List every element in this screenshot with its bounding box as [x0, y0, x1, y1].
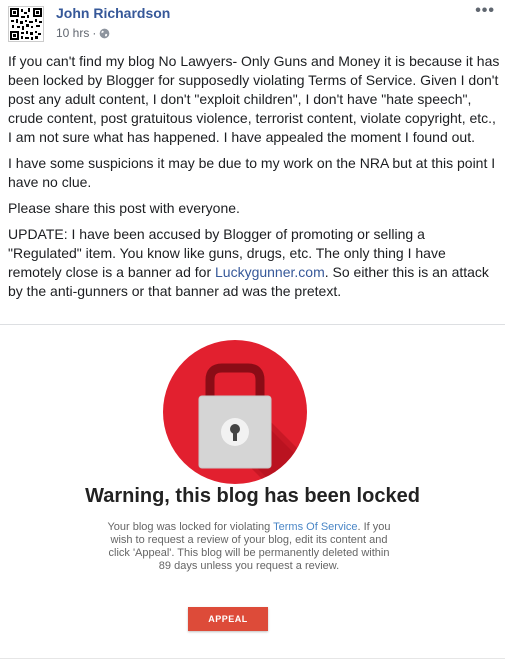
warning-title: Warning, this blog has been locked — [85, 485, 420, 507]
facebook-post: John Richardson 10 hrs · ••• If you can'… — [0, 0, 505, 661]
padlock-icon — [163, 340, 307, 484]
globe-icon[interactable] — [99, 28, 110, 39]
post-paragraph: Please share this post with everyone. — [8, 200, 240, 216]
post-paragraph: UPDATE: I have been accused by Blogger o… — [8, 225, 500, 301]
shared-image[interactable]: Warning, this blog has been locked Your … — [0, 325, 505, 661]
post-author[interactable]: John Richardson — [56, 5, 170, 21]
luckygunner-link[interactable]: Luckygunner.com — [215, 264, 325, 280]
appeal-button[interactable]: APPEAL — [188, 607, 268, 631]
warning-message: Your blog was locked for violating Terms… — [104, 521, 394, 573]
bottom-divider — [0, 658, 505, 659]
terms-of-service-link[interactable]: Terms Of Service — [273, 521, 357, 533]
post-paragraph: If you can't find my blog No Lawyers- On… — [8, 53, 500, 145]
qr-code-avatar-icon — [9, 7, 43, 41]
post-meta: 10 hrs · — [56, 26, 110, 40]
post-body: If you can't find my blog No Lawyers- On… — [8, 52, 500, 308]
warning-text: Your blog was locked for violating — [107, 521, 274, 533]
avatar[interactable] — [8, 6, 44, 42]
meta-separator: · — [92, 26, 97, 40]
more-options-icon[interactable]: ••• — [475, 3, 495, 19]
post-paragraph: I have some suspicions it may be due to … — [8, 155, 496, 190]
post-timestamp[interactable]: 10 hrs — [56, 26, 89, 40]
